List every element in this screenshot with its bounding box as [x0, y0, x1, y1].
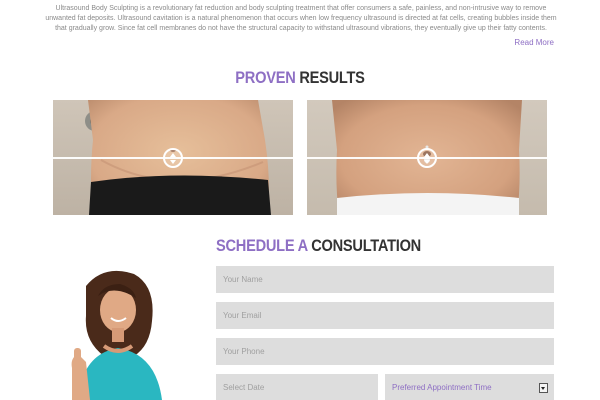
after-comparison-image[interactable] — [307, 100, 547, 215]
proven-results-heading: PROVEN RESULTS — [42, 68, 558, 88]
appointment-time-select[interactable]: Preferred Appointment Time — [385, 374, 554, 400]
schedule-consultation-heading: SCHEDULE A CONSULTATION — [216, 236, 421, 256]
name-field[interactable] — [216, 266, 554, 293]
smiling-woman-thumbs-up-image — [71, 270, 162, 400]
email-field[interactable] — [216, 302, 554, 329]
intro-paragraph: Ultrasound Body Sculpting is a revolutio… — [45, 5, 557, 33]
chevron-down-icon[interactable] — [539, 383, 548, 393]
phone-field[interactable] — [216, 338, 554, 365]
down-arrow-icon — [170, 160, 176, 164]
heading-accent: SCHEDULE A — [216, 236, 308, 255]
heading-accent: PROVEN — [235, 68, 296, 87]
appointment-time-label: Preferred Appointment Time — [392, 383, 492, 392]
up-arrow-icon — [170, 153, 176, 157]
down-arrow-icon — [424, 160, 430, 164]
before-comparison-image[interactable] — [53, 100, 293, 215]
read-more-link[interactable]: Read More — [514, 38, 554, 47]
up-arrow-icon — [424, 153, 430, 157]
after-slider-handle[interactable] — [417, 148, 437, 168]
heading-rest: RESULTS — [299, 68, 365, 87]
heading-rest: CONSULTATION — [311, 236, 421, 255]
date-field[interactable] — [216, 374, 378, 400]
before-slider-handle[interactable] — [163, 148, 183, 168]
